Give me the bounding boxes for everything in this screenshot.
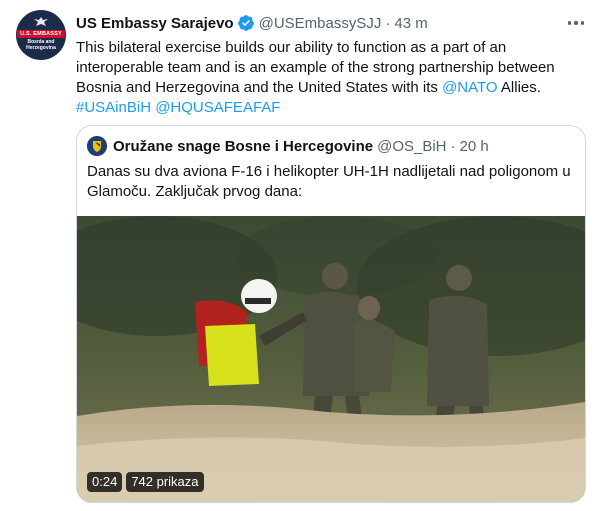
quoted-author-handle[interactable]: @OS_BiH: [377, 138, 446, 155]
tweet[interactable]: U.S. EMBASSY Bosnia and Herzegovina US E…: [0, 0, 600, 511]
video-views: 742 prikaza: [126, 472, 204, 492]
more-dot: [574, 21, 578, 25]
tweet-text-part2: Allies.: [497, 79, 541, 96]
quoted-text: Danas su dva aviona F-16 i helikopter UH…: [87, 163, 571, 200]
hashtag-link[interactable]: #USAinBiH: [76, 99, 151, 116]
quoted-author-name[interactable]: Oružane snage Bosne i Hercegovine: [113, 138, 373, 155]
tweet-header: US Embassy Sarajevo @USEmbassySJJ · 43 m: [76, 12, 428, 34]
quoted-timestamp[interactable]: 20 h: [460, 138, 489, 155]
quoted-avatar[interactable]: [87, 136, 107, 156]
tweet-timestamp[interactable]: 43 m: [394, 15, 427, 32]
quoted-tweet[interactable]: Oružane snage Bosne i Hercegovine @OS_Bi…: [76, 125, 586, 503]
more-dot: [567, 21, 572, 25]
verified-badge-icon: [237, 15, 254, 31]
video-duration: 0:24: [87, 472, 123, 492]
mention-link[interactable]: @NATO: [442, 79, 498, 96]
separator-dot: ·: [385, 14, 391, 32]
mention-link-2[interactable]: @HQUSAFEAFAF: [155, 99, 280, 116]
video-thumbnail: [77, 216, 585, 502]
quoted-separator-dot: ·: [450, 137, 456, 155]
more-dot: [580, 21, 585, 25]
eagle-seal-icon: [34, 16, 48, 26]
video-player[interactable]: 0:24 742 prikaza: [77, 216, 585, 502]
author-name[interactable]: US Embassy Sarajevo: [76, 15, 234, 32]
shield-icon: [87, 136, 107, 156]
more-options-icon[interactable]: [566, 14, 586, 32]
avatar-badge: U.S. EMBASSY: [17, 29, 65, 38]
tweet-text: This bilateral exercise builds our abili…: [76, 38, 586, 118]
author-avatar[interactable]: U.S. EMBASSY Bosnia and Herzegovina: [16, 10, 66, 60]
video-overlay: 0:24 742 prikaza: [87, 472, 204, 492]
quoted-header: Oružane snage Bosne i Hercegovine @OS_Bi…: [87, 135, 489, 157]
avatar-line2: Herzegovina: [26, 44, 56, 51]
author-handle[interactable]: @USEmbassySJJ: [259, 15, 382, 32]
